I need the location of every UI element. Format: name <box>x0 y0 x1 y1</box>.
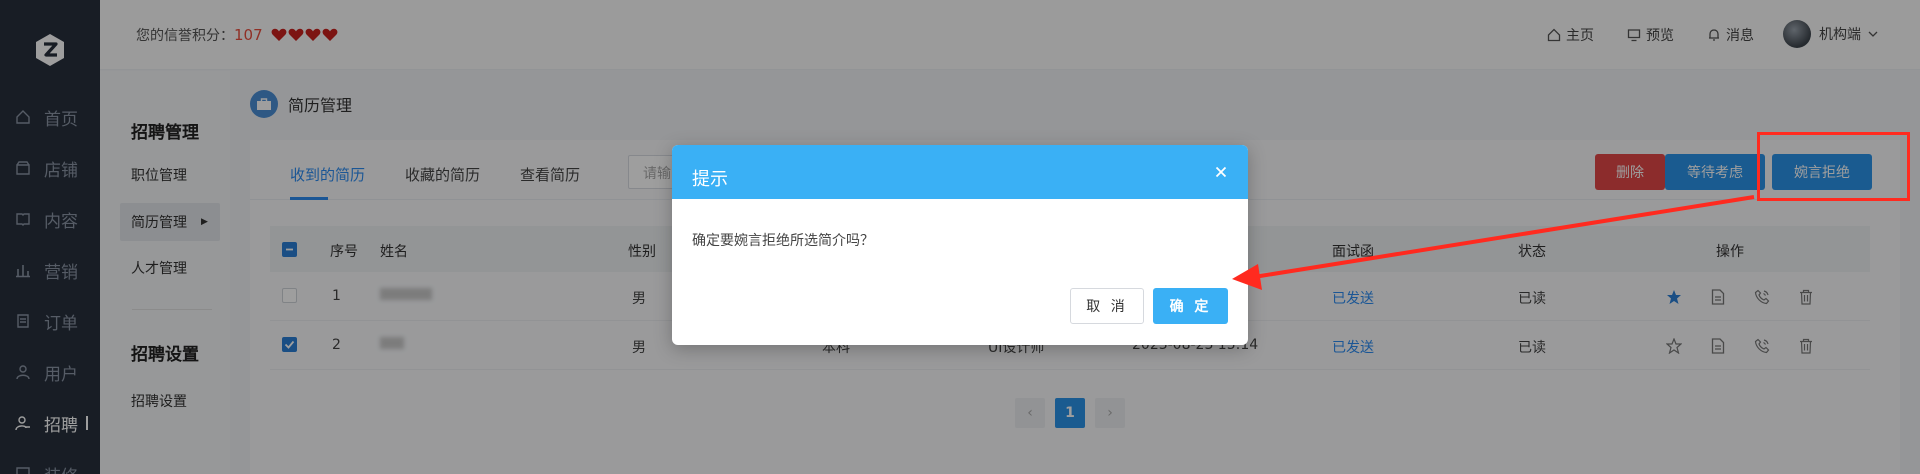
dialog-message: 确定要婉言拒绝所选简介吗？ <box>692 233 874 249</box>
annotation-highlight-box <box>1757 132 1910 201</box>
dialog-title: 提示 <box>692 169 728 190</box>
dialog-header: 提示 <box>672 145 1248 199</box>
confirm-dialog: 提示 确定要婉言拒绝所选简介吗？ 取 消 确 定 <box>672 145 1248 345</box>
close-icon[interactable] <box>1212 163 1230 181</box>
confirm-button[interactable]: 确 定 <box>1153 288 1228 324</box>
cancel-button[interactable]: 取 消 <box>1070 288 1144 324</box>
